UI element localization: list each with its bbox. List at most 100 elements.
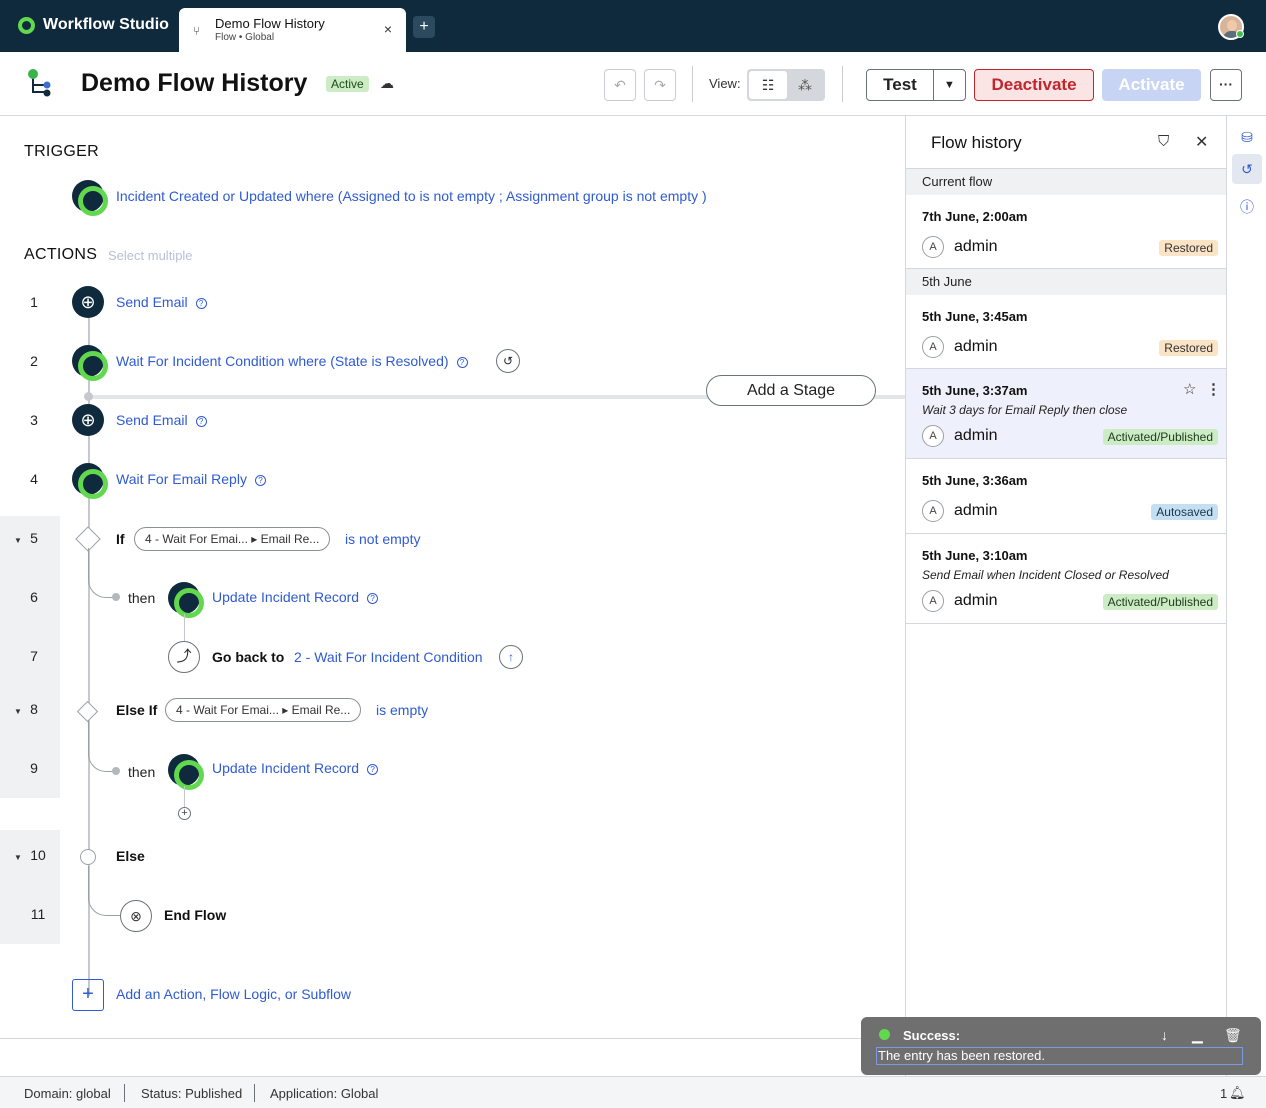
if-condition-link[interactable]: is not empty bbox=[345, 531, 420, 547]
add-substep-icon[interactable]: + bbox=[178, 807, 191, 820]
status-badge: Active bbox=[326, 76, 369, 92]
success-toast: Success: ↓ ▁ 🗑︎ The entry has been resto… bbox=[861, 1017, 1261, 1075]
trash-icon[interactable]: 🗑︎ bbox=[1224, 1027, 1242, 1044]
database-icon: ⛁ bbox=[1241, 129, 1253, 145]
add-action-link[interactable]: Add an Action, Flow Logic, or Subflow bbox=[116, 986, 351, 1002]
entry-note: Send Email when Incident Closed or Resol… bbox=[922, 568, 1169, 582]
history-entry[interactable]: 7th June, 2:00am Aadmin Restored bbox=[906, 195, 1226, 269]
pill-step-ref: 4 - Wait For Emai... bbox=[145, 532, 248, 546]
tab-demo-flow-history[interactable]: ⑂ Demo Flow History Flow • Global × bbox=[179, 8, 406, 52]
step-label: Wait For Incident Condition where (State… bbox=[116, 353, 449, 369]
kebab-menu-icon[interactable]: ⋮ bbox=[1206, 380, 1221, 398]
history-entry[interactable]: 5th June, 3:45am Aadmin Restored bbox=[906, 295, 1226, 369]
step-label: Wait For Email Reply bbox=[116, 471, 247, 487]
toast-title: Success: bbox=[903, 1028, 961, 1043]
help-icon[interactable]: ? bbox=[195, 416, 207, 427]
step-1-send-email[interactable]: Send Email? bbox=[116, 294, 207, 310]
history-entry-selected[interactable]: 5th June, 3:37am ☆ ⋮ Wait 3 days for Ema… bbox=[906, 369, 1226, 459]
list-view-button[interactable]: ☷ bbox=[749, 71, 787, 99]
close-tab-icon[interactable]: × bbox=[384, 21, 392, 37]
help-panel-button[interactable]: ⓘ bbox=[1232, 192, 1262, 222]
status-separator bbox=[254, 1084, 255, 1102]
more-options-button[interactable]: ··· bbox=[1210, 69, 1242, 101]
minimize-icon[interactable]: ▁ bbox=[1192, 1027, 1203, 1044]
globe-icon: ⊕ bbox=[72, 286, 104, 318]
add-stage-button[interactable]: Add a Stage bbox=[706, 375, 876, 406]
step-node-icon bbox=[168, 582, 204, 618]
step-number: 10 bbox=[30, 847, 46, 863]
step-number: 4 bbox=[30, 471, 38, 487]
activate-button[interactable]: Activate bbox=[1102, 69, 1201, 101]
arrow-up-icon[interactable]: ↑ bbox=[499, 645, 523, 669]
help-icon[interactable]: ? bbox=[456, 357, 468, 368]
top-bar: Workflow Studio ⑂ Demo Flow History Flow… bbox=[0, 0, 1266, 52]
else-keyword: Else bbox=[116, 848, 145, 864]
test-options-button[interactable]: ▼ bbox=[933, 69, 966, 101]
undo-button[interactable]: ↶ bbox=[604, 69, 636, 101]
more-icon: ··· bbox=[1219, 76, 1233, 92]
bell-icon[interactable]: 🔔︎ bbox=[1229, 1085, 1246, 1101]
flow-history-panel: Flow history ⛉ ✕ Current flow 7th June, … bbox=[905, 116, 1227, 1076]
data-panel-button[interactable]: ⛁ bbox=[1232, 122, 1262, 152]
step-3-send-email[interactable]: Send Email? bbox=[116, 412, 207, 428]
trigger-condition-link[interactable]: Incident Created or Updated where (Assig… bbox=[116, 188, 707, 204]
close-panel-icon[interactable]: ✕ bbox=[1195, 132, 1208, 152]
step-4-wait-email-reply[interactable]: Wait For Email Reply? bbox=[116, 471, 266, 487]
entry-note: Wait 3 days for Email Reply then close bbox=[922, 403, 1128, 417]
arrow-down-icon[interactable]: ↓ bbox=[1161, 1027, 1168, 1043]
help-icon[interactable]: ? bbox=[254, 475, 266, 486]
filter-icon[interactable]: ⛉ bbox=[1158, 133, 1169, 150]
go-back-target-link[interactable]: 2 - Wait For Incident Condition bbox=[294, 649, 483, 665]
step-node-icon bbox=[168, 754, 204, 790]
actions-heading: ACTIONS bbox=[24, 246, 98, 263]
history-icon: ↺ bbox=[1241, 161, 1253, 177]
entry-user: Aadmin bbox=[922, 590, 998, 612]
help-icon[interactable]: ? bbox=[367, 764, 379, 775]
help-icon[interactable]: ? bbox=[195, 298, 207, 309]
if-data-pill[interactable]: 4 - Wait For Emai... ▸ Email Re... bbox=[134, 527, 331, 551]
else-if-data-pill[interactable]: 4 - Wait For Emai... ▸ Email Re... bbox=[165, 698, 362, 722]
user-name: admin bbox=[954, 238, 998, 255]
redo-button[interactable]: ↷ bbox=[644, 69, 676, 101]
star-icon[interactable]: ☆ bbox=[1183, 380, 1196, 398]
diagram-view-button[interactable]: ⁂ bbox=[787, 71, 823, 99]
else-if-keyword: Else If bbox=[116, 702, 158, 718]
sub-connector-line bbox=[184, 786, 185, 808]
step-6-update-incident[interactable]: Update Incident Record? bbox=[212, 589, 379, 605]
help-circle-icon: ⓘ bbox=[1240, 199, 1254, 215]
step-number: 2 bbox=[30, 353, 38, 369]
sub-connector-line bbox=[184, 614, 185, 642]
new-tab-button[interactable]: + bbox=[413, 16, 435, 38]
toast-message: The entry has been restored. bbox=[876, 1047, 1243, 1065]
history-entry[interactable]: 5th June, 3:36am Aadmin Autosaved bbox=[906, 459, 1226, 534]
else-if-condition-link[interactable]: is empty bbox=[376, 702, 428, 718]
step-9-update-incident[interactable]: Update Incident Record? bbox=[212, 760, 379, 776]
entry-time: 5th June, 3:36am bbox=[922, 473, 1028, 488]
test-button[interactable]: Test bbox=[866, 69, 934, 101]
entry-user: Aadmin bbox=[922, 336, 998, 358]
pill-step-ref: 4 - Wait For Emai... bbox=[176, 703, 279, 717]
user-avatar-icon: A bbox=[922, 236, 944, 258]
group-header-current: Current flow bbox=[906, 169, 1226, 195]
loop-back-icon[interactable]: ↺ bbox=[496, 349, 520, 373]
help-icon[interactable]: ? bbox=[367, 593, 379, 604]
user-avatar-icon: A bbox=[922, 500, 944, 522]
add-action-button[interactable]: + bbox=[72, 979, 104, 1011]
view-label: View: bbox=[709, 76, 741, 91]
then-dot bbox=[112, 593, 120, 601]
status-tag: Autosaved bbox=[1151, 504, 1218, 520]
go-back-icon: ⤴ bbox=[168, 641, 200, 673]
history-panel-button[interactable]: ↺ bbox=[1232, 154, 1262, 184]
user-name: admin bbox=[954, 592, 998, 609]
branch-connector bbox=[88, 720, 114, 772]
page-title: Demo Flow History bbox=[81, 69, 308, 97]
deactivate-button[interactable]: Deactivate bbox=[974, 69, 1094, 101]
entry-user: Aadmin bbox=[922, 500, 998, 522]
collapse-caret-icon[interactable]: ▼ bbox=[14, 853, 22, 862]
select-multiple-link[interactable]: Select multiple bbox=[108, 248, 193, 263]
notification-count[interactable]: 1 bbox=[1220, 1086, 1227, 1101]
step-number: 11 bbox=[30, 906, 46, 922]
step-2-wait-incident[interactable]: Wait For Incident Condition where (State… bbox=[116, 353, 468, 369]
history-entry[interactable]: 5th June, 3:10am Send Email when Inciden… bbox=[906, 534, 1226, 624]
brand[interactable]: Workflow Studio bbox=[18, 16, 169, 34]
